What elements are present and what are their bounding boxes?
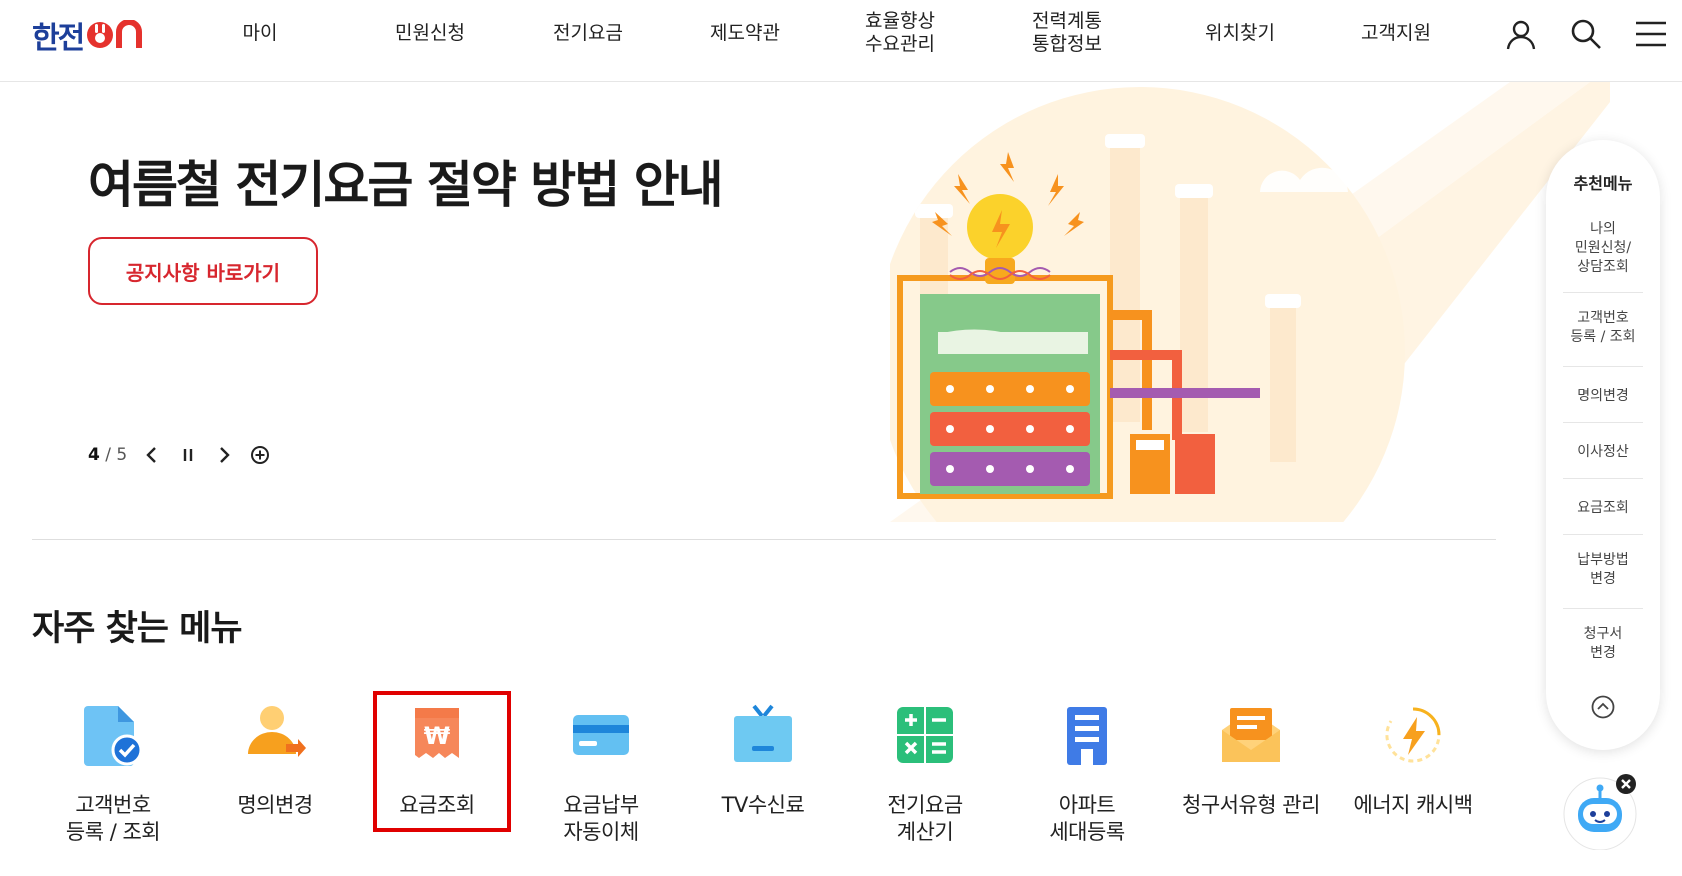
energy-cashback-icon	[1378, 700, 1448, 770]
quick-item-label: 에너지 캐시백	[1353, 793, 1473, 817]
nav-item-efficiency[interactable]: 효율향상 수요관리	[845, 0, 955, 66]
card-icon	[566, 700, 636, 770]
quick-item-apartment-register[interactable]: 아파트 세대등록	[1012, 700, 1162, 846]
highlight-box	[373, 691, 511, 832]
side-divider	[1563, 608, 1643, 609]
chatbot-robot-icon[interactable]	[1560, 770, 1640, 851]
quick-item-name-change[interactable]: 명의변경	[200, 700, 350, 819]
quick-item-label: 명의변경	[237, 793, 313, 817]
quick-item-auto-transfer[interactable]: 요금납부 자동이체	[526, 700, 676, 846]
plus-circle-icon[interactable]	[249, 444, 271, 466]
quick-item-label: 전기요금 계산기	[887, 793, 963, 844]
nav-item-civil-petition[interactable]: 민원신청	[380, 0, 480, 66]
recommended-side-menu: 추천메뉴 나의 민원신청/ 상담조회 고객번호 등록 / 조회 명의변경 이사정…	[1546, 140, 1660, 750]
nav-item-grid-info[interactable]: 전력계통 통합정보	[1012, 0, 1122, 66]
person-change-icon	[240, 700, 310, 770]
logo-on-mark	[85, 20, 147, 50]
logo-text: 한전	[32, 21, 85, 56]
nav-item-electricity-rate[interactable]: 전기요금	[538, 0, 638, 66]
hero-title: 여름철 전기요금 절약 방법 안내	[88, 156, 724, 214]
quick-item-customer-number[interactable]: 고객번호 등록 / 조회	[38, 700, 188, 846]
quick-item-label: 청구서유형 관리	[1182, 793, 1320, 817]
kepco-on-logo[interactable]: 한전	[32, 18, 147, 56]
notice-shortcut-button[interactable]: 공지사항 바로가기	[88, 237, 318, 305]
calculator-icon	[890, 700, 960, 770]
side-item-customer-number[interactable]: 고객번호 등록 / 조회	[1563, 302, 1643, 354]
side-item-payment-method[interactable]: 납부방법 변경	[1563, 544, 1643, 596]
quick-item-label: 아파트 세대등록	[1049, 793, 1125, 844]
side-divider	[1563, 422, 1643, 423]
prev-slide-icon[interactable]	[141, 444, 163, 466]
side-divider	[1563, 366, 1643, 367]
user-icon[interactable]	[1501, 14, 1541, 54]
tv-icon	[728, 700, 798, 770]
slider-controls: 4 / 5	[88, 443, 271, 467]
side-item-my-petition[interactable]: 나의 민원신청/ 상담조회	[1563, 216, 1643, 280]
slide-total: 5	[116, 445, 128, 465]
side-item-bill-change[interactable]: 청구서 변경	[1563, 618, 1643, 670]
quick-item-tv-fee[interactable]: TV수신료	[688, 700, 838, 819]
document-check-icon	[78, 700, 148, 770]
nav-item-customer-support[interactable]: 고객지원	[1346, 0, 1446, 66]
scroll-up-icon[interactable]	[1591, 695, 1615, 719]
nav-item-location[interactable]: 위치찾기	[1190, 0, 1290, 66]
next-slide-icon[interactable]	[213, 444, 235, 466]
quick-item-bill-type[interactable]: 청구서유형 관리	[1176, 700, 1326, 819]
hero-illustration	[875, 82, 1610, 522]
side-item-move-settlement[interactable]: 이사정산	[1563, 432, 1643, 472]
quick-item-label: 요금납부 자동이체	[563, 793, 639, 844]
side-divider	[1563, 292, 1643, 293]
side-menu-title: 추천메뉴	[1573, 174, 1633, 193]
menu-icon[interactable]	[1631, 14, 1671, 54]
slide-counter: 4 / 5	[88, 445, 127, 465]
side-item-name-change[interactable]: 명의변경	[1563, 376, 1643, 416]
side-item-rate-inquiry[interactable]: 요금조회	[1563, 488, 1643, 528]
search-icon[interactable]	[1566, 14, 1606, 54]
side-divider	[1563, 478, 1643, 479]
frequent-menu-title: 자주 찾는 메뉴	[32, 609, 243, 649]
side-divider	[1563, 534, 1643, 535]
quick-item-label: 고객번호 등록 / 조회	[65, 793, 161, 844]
pause-icon[interactable]	[177, 444, 199, 466]
quick-item-label: TV수신료	[721, 793, 805, 817]
envelope-icon	[1216, 700, 1286, 770]
site-header: 한전 마이 민원신청 전기요금 제도약관 효율향상 수요관리 전력계통 통합정보…	[0, 0, 1682, 82]
slide-separator: /	[99, 445, 117, 465]
slide-current: 4	[88, 445, 100, 465]
nav-item-my[interactable]: 마이	[220, 0, 300, 66]
section-divider	[32, 539, 1496, 540]
quick-item-rate-calculator[interactable]: 전기요금 계산기	[850, 700, 1000, 846]
apartment-icon	[1052, 700, 1122, 770]
nav-item-policy-terms[interactable]: 제도약관	[695, 0, 795, 66]
quick-item-energy-cashback[interactable]: 에너지 캐시백	[1338, 700, 1488, 819]
